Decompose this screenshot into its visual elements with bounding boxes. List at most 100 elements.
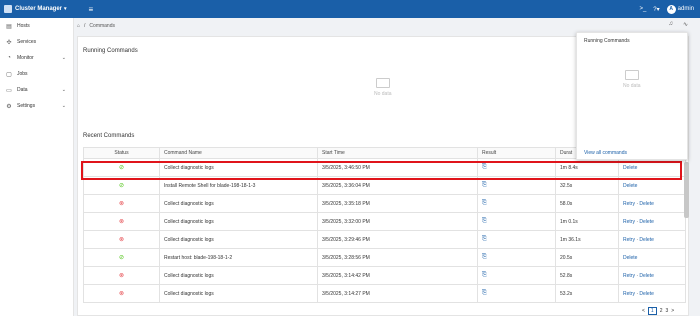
result-file-icon[interactable]: ⎘ [482,236,487,242]
result-file-icon[interactable]: ⎘ [482,164,487,170]
sidebar-item-jobs[interactable]: ▢ Jobs [0,66,73,82]
start-time-cell: 3/5/2025, 3:32:00 PM [317,212,478,231]
delete-button[interactable]: Delete [623,255,637,261]
result-file-icon[interactable]: ⎘ [482,290,487,296]
table-scrollbar[interactable] [684,162,689,218]
success-icon: ⊘ [118,183,125,189]
result-cell: ⎘ [477,158,556,177]
duration-cell: 32.5s [555,176,619,195]
delete-button[interactable]: Delete [639,219,653,225]
success-icon: ⊘ [118,165,125,171]
view-all-commands-link[interactable]: View all commands [584,150,627,156]
actions-cell: Retry · Delete [618,212,686,231]
home-icon[interactable]: ⌂ [77,23,80,29]
delete-button[interactable]: Delete [623,183,637,189]
user-menu[interactable]: A admin [666,4,694,14]
result-cell: ⎘ [477,230,556,249]
prev-page-button[interactable]: < [642,308,645,314]
retry-button[interactable]: Retry [623,291,635,297]
table-row[interactable]: ⊗ Collect diagnostic logs 3/5/2025, 3:32… [83,212,686,231]
running-commands-popover: Running Commands No data View all comman… [576,32,688,160]
result-file-icon[interactable]: ⎘ [482,182,487,188]
column-header-status[interactable]: Status [83,147,160,159]
status-cell: ⊘ [83,176,160,195]
avatar: A [666,4,676,14]
popover-empty-state: No data [623,70,641,89]
table-row[interactable]: ⊘ Restart host: blade-198-18-1-2 3/5/202… [83,248,686,267]
duration-cell: 58.0s [555,194,619,213]
breadcrumb-current: Commands [89,23,115,29]
delete-button[interactable]: Delete [623,165,637,171]
command-name-cell: Collect diagnostic logs [159,266,318,285]
table-row[interactable]: ⊗ Collect diagnostic logs 3/5/2025, 3:35… [83,194,686,213]
result-file-icon[interactable]: ⎘ [482,272,487,278]
duration-cell: 1m 8.4s [555,158,619,177]
result-cell: ⎘ [477,176,556,195]
menu-toggle-icon[interactable]: ≡ [89,5,94,14]
retry-button[interactable]: Retry [623,201,635,207]
duration-cell: 53.2s [555,284,619,303]
table-row[interactable]: ⊗ Collect diagnostic logs 3/5/2025, 3:14… [83,284,686,303]
retry-button[interactable]: Retry [623,273,635,279]
chevron-down-icon: ⌄ [61,87,66,93]
sidebar-item-services[interactable]: ✣ Services [0,34,73,50]
duration-cell: 1m 0.1s [555,212,619,231]
app-switcher[interactable]: Cluster Manager ▾ [4,5,67,13]
start-time-cell: 3/5/2025, 3:29:46 PM [317,230,478,249]
result-file-icon[interactable]: ⎘ [482,254,487,260]
activity-icon[interactable]: ∿ [683,21,688,28]
status-cell: ⊘ [83,248,160,267]
error-icon: ⊗ [118,237,125,243]
bell-icon[interactable]: ♫ [668,21,673,28]
page-1-button[interactable]: 1 [647,307,657,315]
retry-button[interactable]: Retry [623,237,635,243]
actions-cell: Delete [618,158,686,177]
gear-icon: ⚙ [6,103,12,110]
sidebar-item-label: Data [17,87,28,93]
table-row[interactable]: ⊘ Install Remote Shell for blade-198-18-… [83,176,686,195]
sidebar-item-monitor[interactable]: ◔ Monitor ⌄ [0,50,73,66]
next-page-button[interactable]: > [671,308,674,314]
table-row[interactable]: ⊘ Collect diagnostic logs 3/5/2025, 3:46… [83,158,686,177]
result-cell: ⎘ [477,266,556,285]
sidebar-item-label: Monitor [17,55,34,61]
breadcrumb-separator: / [84,23,86,29]
start-time-cell: 3/5/2025, 3:36:04 PM [317,176,478,195]
actions-cell: Retry · Delete [618,266,686,285]
command-name-cell: Install Remote Shell for blade-198-18-1-… [159,176,318,195]
column-header-command-name[interactable]: Command Name [159,147,318,159]
command-name-cell: Collect diagnostic logs [159,212,318,231]
result-file-icon[interactable]: ⎘ [482,200,487,206]
status-cell: ⊗ [83,284,160,303]
page-3-button[interactable]: 3 [665,308,668,314]
actions-cell: Retry · Delete [618,230,686,249]
command-name-cell: Collect diagnostic logs [159,194,318,213]
result-cell: ⎘ [477,194,556,213]
table-row[interactable]: ⊗ Collect diagnostic logs 3/5/2025, 3:29… [83,230,686,249]
help-icon[interactable]: ?▾ [653,6,659,13]
empty-text: No data [623,83,641,89]
delete-button[interactable]: Delete [639,291,653,297]
actions-cell: Retry · Delete [618,284,686,303]
delete-button[interactable]: Delete [639,237,653,243]
column-header-start-time[interactable]: Start Time [317,147,478,159]
sidebar-item-settings[interactable]: ⚙ Settings ⌄ [0,98,73,114]
delete-button[interactable]: Delete [639,273,653,279]
result-file-icon[interactable]: ⎘ [482,218,487,224]
sidebar-item-label: Jobs [17,71,28,77]
jobs-icon: ▢ [6,71,12,78]
delete-button[interactable]: Delete [639,201,653,207]
table-row[interactable]: ⊗ Collect diagnostic logs 3/5/2025, 3:14… [83,266,686,285]
terminal-icon[interactable]: >_ [639,6,646,12]
retry-button[interactable]: Retry [623,219,635,225]
page-actions: ♫ ∿ [668,21,688,28]
sidebar-item-hosts[interactable]: ▤ Hosts [0,18,73,34]
page-2-button[interactable]: 2 [660,308,663,314]
column-header-result[interactable]: Result [477,147,556,159]
sidebar-item-data[interactable]: ▭ Data ⌄ [0,82,73,98]
sidebar-item-label: Hosts [17,23,30,29]
monitor-icon: ◔ [7,55,11,61]
status-cell: ⊘ [83,158,160,177]
duration-cell: 1m 36.1s [555,230,619,249]
duration-cell: 20.5s [555,248,619,267]
